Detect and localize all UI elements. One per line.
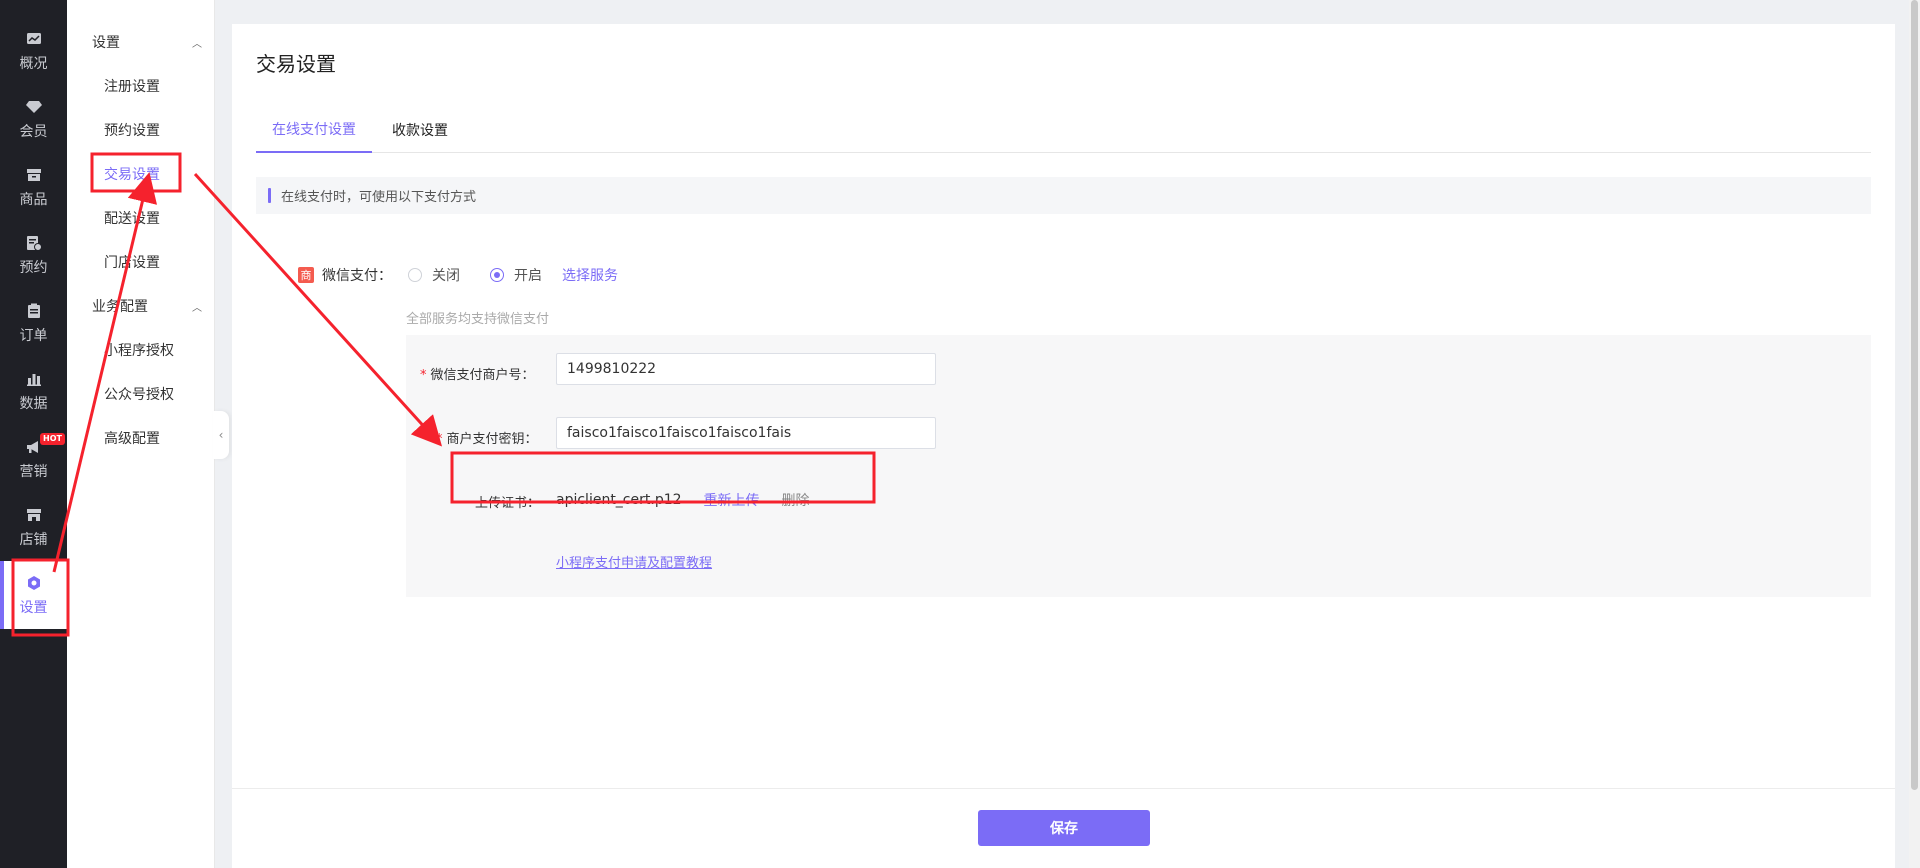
submenu-item-booking[interactable]: 预约设置 [104,120,160,140]
collapse-handle[interactable]: ‹ [213,411,229,459]
rail-item-label: 商品 [19,191,48,208]
submenu-item-transaction[interactable]: 交易设置 [104,164,160,184]
wechat-pay-hint: 全部服务均支持微信支付 [406,312,550,327]
rail-item-booking[interactable]: 预约 [0,221,67,289]
wechat-pay-row: 商 微信支付： 关闭 开启 选择服务 [298,263,618,287]
scroll-thumb[interactable] [1911,0,1918,790]
rail-item-product[interactable]: 商品 [0,153,67,221]
radio-on[interactable] [490,268,504,282]
reupload-link[interactable]: 重新上传 [704,490,760,510]
page-scrollbar[interactable] [1909,0,1920,868]
member-icon [25,98,43,116]
submenu-item-store[interactable]: 门店设置 [104,252,160,272]
chevron-left-icon: ‹ [218,428,224,442]
rail-item-overview[interactable]: 概况 [0,17,67,85]
submenu-item-advanced[interactable]: 高级配置 [104,428,160,448]
rail-item-label: 设置 [19,599,48,616]
order-icon [25,302,43,320]
rail-item-label: 店铺 [19,531,48,548]
submenu-item-miniapp-auth[interactable]: 小程序授权 [104,340,174,360]
rail-item-label: 数据 [19,395,48,412]
tab-collection[interactable]: 收款设置 [382,106,458,153]
chevron-up-icon: ︿ [192,302,202,314]
required-mark: * [436,432,443,447]
rail-item-order[interactable]: 订单 [0,289,67,357]
chevron-up-icon: ︿ [192,38,202,50]
notice-accent-bar [268,188,271,203]
cert-label: 上传证书： [475,496,541,511]
submenu-group-title: 业务配置 [92,299,148,315]
rail-item-settings[interactable]: 设置 [0,561,67,629]
delete-link[interactable]: 删除 [782,490,810,510]
merchant-id-label: * 微信支付商户号： [420,368,535,383]
submenu-item-delivery[interactable]: 配送设置 [104,208,160,228]
rail-item-data[interactable]: 数据 [0,357,67,425]
rail-item-marketing[interactable]: HOT 营销 [0,425,67,493]
footer-divider [232,788,1895,789]
main-panel: 交易设置 在线支付设置 收款设置 在线支付时，可使用以下支付方式 商 微信支付：… [232,24,1895,868]
submenu-group-title: 设置 [92,35,120,51]
wechat-config-panel: * 微信支付商户号： 1499810222 * 商户支付密钥： faisco1fai… [406,335,1871,597]
tutorial-link[interactable]: 小程序支付申请及配置教程 [556,552,712,571]
save-button[interactable]: 保存 [978,810,1150,846]
gear-icon [25,574,43,592]
settings-submenu: 设置 ︿ 注册设置 预约设置 交易设置 配送设置 门店设置 业务配置 ︿ 小程序… [67,0,215,868]
radio-off-label[interactable]: 关闭 [432,265,460,285]
tab-bar: 在线支付设置 收款设置 [256,106,1871,153]
cert-filename: apiclient_cert.p12 [556,492,682,508]
submenu-item-register[interactable]: 注册设置 [104,76,160,96]
rail-item-label: 会员 [19,123,48,140]
booking-icon [25,234,43,252]
rail-item-label: 概况 [19,55,48,72]
select-service-link[interactable]: 选择服务 [562,265,618,285]
radio-off[interactable] [408,268,422,282]
hot-badge: HOT [40,433,65,445]
submenu-group-settings[interactable]: 设置 ︿ [92,32,202,52]
overview-icon [25,30,43,48]
primary-nav-rail: 概况 会员 商品 预约 订单 数据 HOT 营销 店铺 设置 [0,0,67,868]
radio-on-label[interactable]: 开启 [514,265,542,285]
submenu-group-business[interactable]: 业务配置 ︿ [92,296,202,316]
required-mark: * [420,368,427,383]
rail-item-store[interactable]: 店铺 [0,493,67,561]
page-title: 交易设置 [256,52,336,76]
product-icon [25,166,43,184]
rail-item-label: 订单 [19,327,48,344]
wechat-pay-label: 微信支付： [322,268,392,284]
secret-key-label: * 商户支付密钥： [436,432,538,447]
notice-text: 在线支付时，可使用以下支付方式 [281,190,477,205]
info-notice: 在线支付时，可使用以下支付方式 [256,177,1871,214]
rail-item-label: 营销 [19,463,48,480]
secret-key-input[interactable]: faisco1faisco1faisco1faisco1fais [556,417,936,449]
chart-icon [25,370,43,388]
cert-row: apiclient_cert.p12 重新上传 删除 [556,490,810,510]
store-icon [25,506,43,524]
merchant-id-input[interactable]: 1499810222 [556,353,936,385]
merchant-icon: 商 [298,267,314,283]
rail-item-member[interactable]: 会员 [0,85,67,153]
tab-online-payment[interactable]: 在线支付设置 [256,106,372,153]
submenu-item-official-auth[interactable]: 公众号授权 [104,384,174,404]
rail-item-label: 预约 [19,259,48,276]
